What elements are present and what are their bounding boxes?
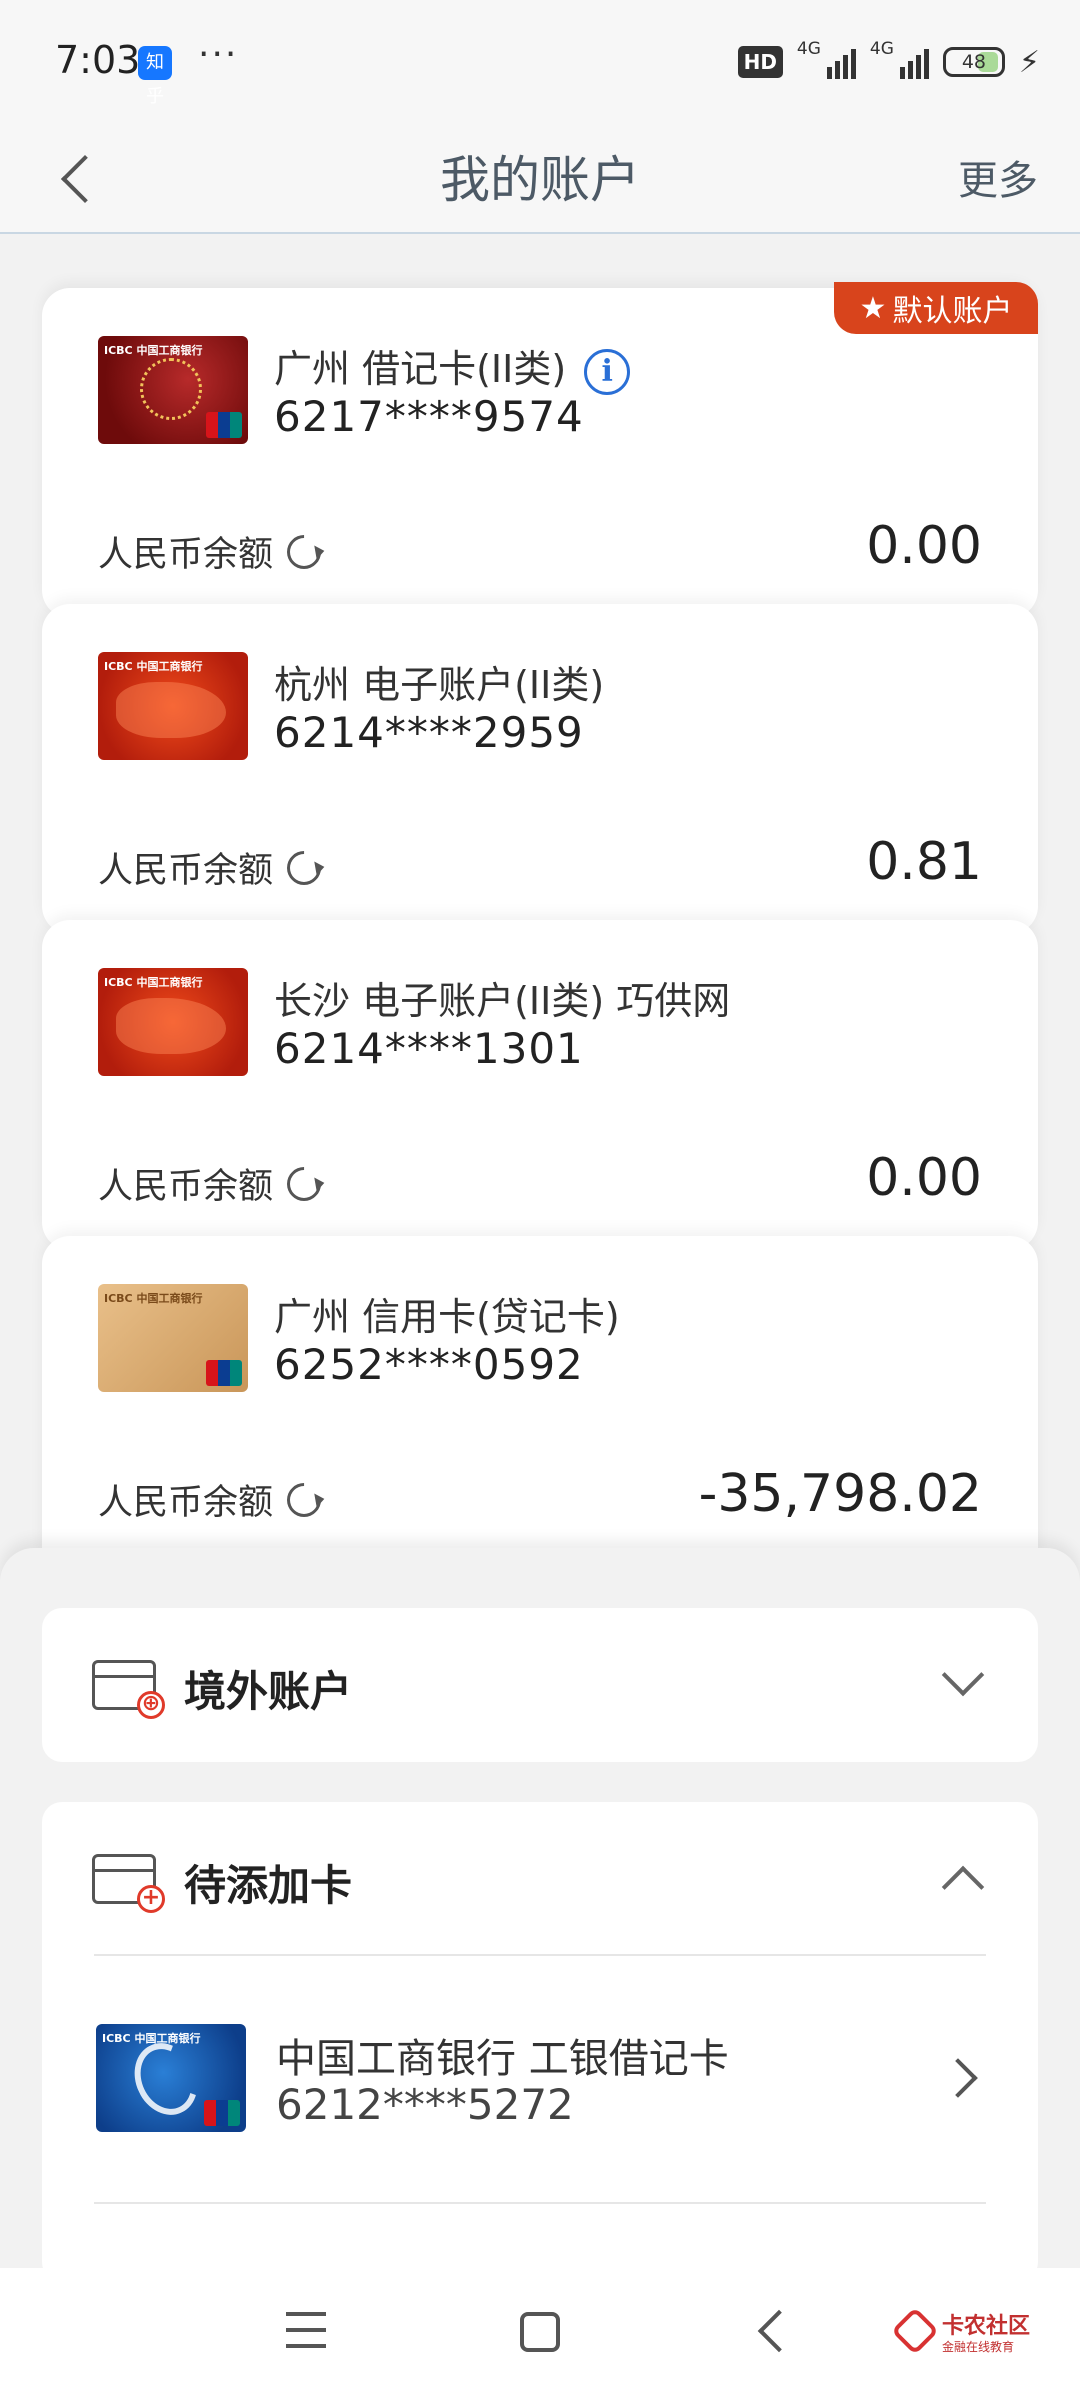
card-image: ICBC 中国工商银行 [98,1284,248,1392]
bottom-sheet: ⊕ 境外账户 + 待添加卡 ICBC 中国工商银行 中国工商银行 工银借记卡 6… [0,1548,1080,2282]
world-map-pattern [116,682,226,738]
e-swirl-pattern [123,2032,209,2126]
balance-value: 0.00 [866,516,982,576]
watermark-subtitle: 金融在线教育 [942,2340,1015,2354]
back-icon[interactable] [757,2309,801,2353]
account-card[interactable]: ICBC 中国工商银行 长沙 电子账户(II类) 巧供网 6214****130… [42,920,1038,1250]
chevron-up-icon[interactable] [941,1865,985,1909]
menu-icon[interactable] [286,2312,326,2348]
balance-label-row: 人民币余额 [98,842,329,893]
card-image: ICBC 中国工商银行 [98,652,248,760]
card-add-icon: + [92,1854,165,1913]
unionpay-logo-icon [206,412,242,438]
refresh-icon[interactable] [279,1475,329,1524]
account-card[interactable]: ICBC 中国工商银行 广州 信用卡(贷记卡) 6252****0592 人民币… [42,1236,1038,1576]
balance-value: 0.00 [866,1148,982,1208]
bank-logo-text: ICBC 中国工商银行 [104,1292,203,1305]
battery-level: 48 [961,51,987,73]
overseas-accounts-panel[interactable]: ⊕ 境外账户 [42,1608,1038,1762]
pending-card-item[interactable]: ICBC 中国工商银行 中国工商银行 工银借记卡 6212****5272 [42,1956,1038,2202]
card-image: ICBC 中国工商银行 [98,336,248,444]
account-card[interactable]: ICBC 中国工商银行 杭州 电子账户(II类) 6214****2959 人民… [42,604,1038,934]
account-name: 广州 信用卡(贷记卡) [274,1295,620,1339]
refresh-icon[interactable] [279,1159,329,1208]
balance-label: 人民币余额 [98,851,274,891]
info-icon[interactable]: i [584,348,631,395]
chevron-down-icon[interactable] [941,1653,985,1697]
account-name-text: 广州 借记卡(II类) [274,347,567,391]
watermark-title: 卡农社区 [942,2314,1031,2339]
account-number: 6214****1301 [274,1024,584,1073]
balance-label-row: 人民币余额 [98,1158,329,1209]
kanong-logo-icon [890,2306,940,2356]
chevron-right-icon[interactable] [938,2058,978,2098]
account-name: 广州 借记卡(II类) i [274,338,631,395]
bank-logo-text: ICBC 中国工商银行 [102,2032,201,2045]
card-image: ICBC 中国工商银行 [96,2024,246,2132]
balance-label-row: 人民币余额 [98,1474,329,1525]
world-map-pattern [116,998,226,1054]
add-icon: + [137,1885,165,1913]
unionpay-logo-icon [206,1360,242,1386]
refresh-icon[interactable] [279,843,329,892]
account-name: 长沙 电子账户(II类) 巧供网 [274,979,731,1023]
top-nav-bar: 我的账户 更多 [0,120,1080,234]
tree-pattern [140,358,202,420]
pending-cards-panel: + 待添加卡 ICBC 中国工商银行 中国工商银行 工银借记卡 6212****… [42,1802,1038,2282]
account-name: 杭州 电子账户(II类) [274,663,605,707]
status-indicators: HD 4G 4G 48 ⚡ [737,39,1040,82]
home-icon[interactable] [520,2312,560,2352]
bank-logo-text: ICBC 中国工商银行 [104,660,203,673]
pending-cards-title: 待添加卡 [184,1861,353,1910]
status-time: 7:03 [55,38,141,82]
signal-icon-1: 4G [797,39,856,79]
balance-value: -35,798.02 [698,1464,982,1524]
network-label-1: 4G [796,39,821,59]
battery-icon: 48 [942,47,1005,77]
system-nav-bar: 卡农社区 金融在线教育 [0,2268,1080,2400]
balance-label: 人民币余额 [98,535,274,575]
default-account-badge: ★ 默认账户 [834,282,1038,334]
signal-icon-2: 4G [870,39,929,79]
balance-value: 0.81 [866,832,982,892]
balance-label: 人民币余额 [98,1483,274,1523]
globe-icon: ⊕ [137,1691,165,1719]
pending-card-number: 6212****5272 [276,2080,574,2129]
bank-logo-text: ICBC 中国工商银行 [104,344,203,357]
more-notifications-icon: ··· [198,34,239,75]
card-globe-icon: ⊕ [92,1660,165,1719]
hd-voice-icon: HD [737,46,783,78]
overseas-accounts-title: 境外账户 [184,1667,353,1716]
balance-label-row: 人民币余额 [98,526,329,577]
zhihu-app-icon: 知乎 [138,46,172,107]
account-card[interactable]: ★ 默认账户 ICBC 中国工商银行 广州 借记卡(II类) i 6217***… [42,282,1038,618]
account-number: 6252****0592 [274,1340,584,1389]
status-bar: 7:03 知乎 ··· HD 4G 4G 48 ⚡ [0,0,1080,120]
charging-icon: ⚡ [1018,44,1040,80]
star-icon: ★ [859,290,887,326]
balance-label: 人民币余额 [98,1167,274,1207]
pending-card-name: 中国工商银行 工银借记卡 [276,2036,729,2082]
page-title: 我的账户 [440,151,640,209]
default-account-label: 默认账户 [892,294,1013,329]
bank-logo-text: ICBC 中国工商银行 [104,976,203,989]
account-number: 6217****9574 [274,392,584,441]
more-button[interactable]: 更多 [958,148,1038,206]
card-image: ICBC 中国工商银行 [98,968,248,1076]
account-number: 6214****2959 [274,708,584,757]
refresh-icon[interactable] [279,527,329,576]
network-label-2: 4G [869,39,894,59]
divider [94,2202,986,2204]
watermark: 卡农社区 金融在线教育 [890,2306,1048,2364]
unionpay-logo-icon [204,2100,240,2126]
